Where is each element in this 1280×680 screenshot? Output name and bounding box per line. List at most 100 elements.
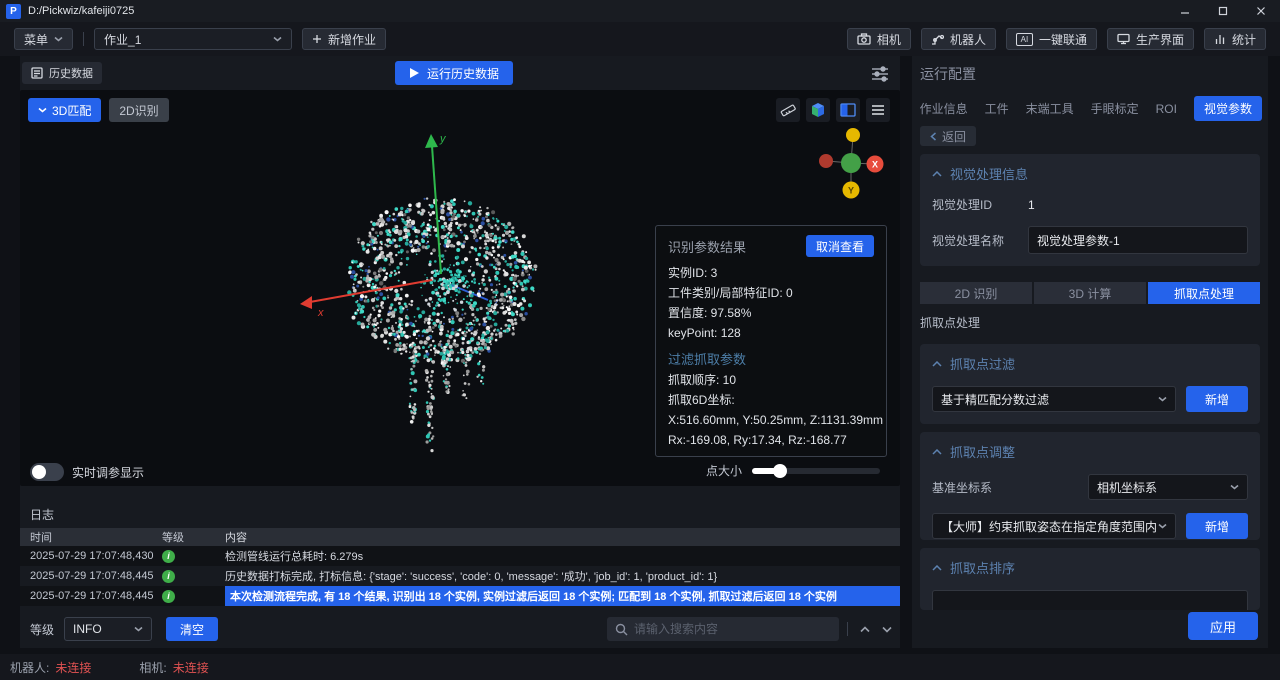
- clear-log-button[interactable]: 清空: [166, 617, 218, 641]
- menubar-divider: [83, 32, 84, 46]
- log-search-input[interactable]: [634, 622, 831, 636]
- slider-handle[interactable]: [773, 464, 787, 478]
- back-button-label: 返回: [942, 128, 966, 145]
- grasp-adjust-header[interactable]: 抓取点调整: [932, 442, 1248, 461]
- vision-info-card: 视觉处理信息 视觉处理ID 1 视觉处理名称 视觉处理参数-1: [920, 154, 1260, 266]
- realtime-tuning-toggle[interactable]: [30, 463, 64, 481]
- cube-view-button[interactable]: [806, 98, 830, 122]
- search-divider: [847, 622, 848, 636]
- back-button[interactable]: 返回: [920, 126, 976, 146]
- point-size-label: 点大小: [706, 462, 742, 479]
- stats-button[interactable]: 统计: [1204, 28, 1266, 50]
- log-row-highlighted[interactable]: 2025-07-29 17:07:48,445 i 本次检测流程完成, 有 18…: [20, 586, 900, 606]
- tab-end-tool[interactable]: 末端工具: [1026, 100, 1074, 117]
- tab-2d-recognition-label: 2D识别: [119, 102, 158, 119]
- one-key-link-button[interactable]: AI 一键联通: [1006, 28, 1097, 50]
- log-col-content: 内容: [225, 528, 900, 546]
- gizmo-axis-ball[interactable]: [819, 154, 833, 168]
- config-tabs: 作业信息 工件 末端工具 手眼标定 ROI 视觉参数: [920, 96, 1262, 121]
- result-confidence: 置信度: 97.58%: [668, 303, 874, 323]
- grasp-adjust-title: 抓取点调整: [950, 442, 1015, 461]
- log-level-value: INFO: [73, 622, 102, 636]
- grasp-adjust-value: 【大师】约束抓取姿态在指定角度范围内: [941, 518, 1157, 535]
- tab-roi[interactable]: ROI: [1156, 102, 1177, 116]
- robot-button-label: 机器人: [950, 31, 986, 48]
- split-view-button[interactable]: [836, 98, 860, 122]
- robot-status-value: 未连接: [55, 659, 91, 676]
- tab-3d-match[interactable]: 3D匹配: [28, 98, 101, 122]
- app-logo: P: [6, 4, 21, 19]
- measure-tool-button[interactable]: [776, 98, 800, 122]
- point-size-slider[interactable]: [752, 468, 880, 474]
- viewer-panel: 历史数据 运行历史数据 3D匹配 2D识别: [20, 56, 900, 648]
- tab-hand-eye-calibration[interactable]: 手眼标定: [1091, 100, 1139, 117]
- vision-id-value: 1: [1028, 198, 1035, 212]
- camera-status-label: 相机:: [139, 659, 166, 676]
- vision-info-header[interactable]: 视觉处理信息: [932, 164, 1248, 183]
- viewport-tabs: 3D匹配 2D识别: [28, 98, 169, 122]
- log-col-level: 等级: [158, 529, 225, 545]
- display-settings-button[interactable]: [868, 62, 892, 86]
- viewport-menu-button[interactable]: [866, 98, 890, 122]
- tab-3d-compute[interactable]: 3D 计算: [1034, 282, 1146, 304]
- orientation-gizmo[interactable]: X Y: [814, 124, 888, 206]
- gizmo-axis-ball[interactable]: [846, 128, 860, 142]
- menubar: 菜单 作业_1 新增作业 相机 机器人 AI 一键联通: [0, 22, 1280, 56]
- log-level-select[interactable]: INFO: [64, 617, 152, 641]
- chevron-up-icon: [932, 565, 942, 571]
- base-frame-select[interactable]: 相机坐标系: [1088, 474, 1248, 500]
- vision-id-label: 视觉处理ID: [932, 196, 1028, 213]
- run-history-button[interactable]: 运行历史数据: [395, 61, 513, 85]
- grasp-section-label: 抓取点处理: [920, 314, 980, 331]
- log-row[interactable]: 2025-07-29 17:07:48,430 i 检测管线运行总耗时: 6.2…: [20, 546, 900, 566]
- minimize-button[interactable]: [1166, 0, 1204, 22]
- maximize-button[interactable]: [1204, 0, 1242, 22]
- bar-chart-icon: [1214, 33, 1226, 45]
- log-rows: 2025-07-29 17:07:48,430 i 检测管线运行总耗时: 6.2…: [20, 546, 900, 606]
- camera-button[interactable]: 相机: [847, 28, 911, 50]
- tab-workpiece[interactable]: 工件: [985, 100, 1009, 117]
- result-instance-id: 实例ID: 3: [668, 263, 874, 283]
- grasp-sort-select[interactable]: [932, 590, 1248, 610]
- vision-name-label: 视觉处理名称: [932, 232, 1028, 249]
- tab-job-info[interactable]: 作业信息: [920, 100, 968, 117]
- tab-2d-recog[interactable]: 2D 识别: [920, 282, 1032, 304]
- log-column-header: 时间 等级 内容: [20, 528, 900, 546]
- 3d-viewport[interactable]: 3D匹配 2D识别: [20, 90, 900, 486]
- production-view-label: 生产界面: [1136, 31, 1184, 48]
- tab-grasp-point[interactable]: 抓取点处理: [1148, 282, 1260, 304]
- apply-button[interactable]: 应用: [1188, 612, 1258, 640]
- vision-name-input[interactable]: 视觉处理参数-1: [1028, 226, 1248, 254]
- menu-button[interactable]: 菜单: [14, 28, 73, 50]
- realtime-tuning-label: 实时调参显示: [72, 464, 144, 481]
- tab-vision-params[interactable]: 视觉参数: [1194, 96, 1262, 121]
- cancel-view-button[interactable]: 取消查看: [806, 235, 874, 257]
- close-button[interactable]: [1242, 0, 1280, 22]
- robot-button[interactable]: 机器人: [921, 28, 996, 50]
- job-select[interactable]: 作业_1: [94, 28, 292, 50]
- grasp-xyz: X:516.60mm, Y:50.25mm, Z:1131.39mm: [668, 410, 874, 430]
- search-icon: [615, 623, 628, 636]
- add-adjust-button[interactable]: 新增: [1186, 513, 1248, 539]
- result-class-id: 工件类别/局部特征ID: 0: [668, 283, 874, 303]
- statusbar: 机器人: 未连接 相机: 未连接: [0, 654, 1280, 680]
- search-next-button[interactable]: [878, 620, 896, 638]
- production-view-button[interactable]: 生产界面: [1107, 28, 1194, 50]
- grasp-adjust-select[interactable]: 【大师】约束抓取姿态在指定角度范围内: [932, 513, 1176, 539]
- search-prev-button[interactable]: [856, 620, 874, 638]
- grasp-filter-select[interactable]: 基于精匹配分数过滤: [932, 386, 1176, 412]
- log-level-label: 等级: [30, 621, 54, 638]
- grasp-filter-header[interactable]: 抓取点过滤: [932, 354, 1248, 373]
- history-icon: [31, 67, 43, 79]
- tab-2d-recognition[interactable]: 2D识别: [109, 98, 168, 122]
- add-job-button[interactable]: 新增作业: [302, 28, 386, 50]
- camera-status-value: 未连接: [173, 659, 209, 676]
- point-cloud: [347, 197, 537, 452]
- ai-icon: AI: [1016, 33, 1033, 46]
- log-row[interactable]: 2025-07-29 17:07:48,445 i 历史数据打标完成, 打标信息…: [20, 566, 900, 586]
- history-data-label: 历史数据: [49, 65, 93, 81]
- gizmo-center-ball[interactable]: [841, 153, 861, 173]
- history-data-button[interactable]: 历史数据: [22, 62, 102, 84]
- grasp-sort-header[interactable]: 抓取点排序: [932, 558, 1248, 577]
- add-filter-button[interactable]: 新增: [1186, 386, 1248, 412]
